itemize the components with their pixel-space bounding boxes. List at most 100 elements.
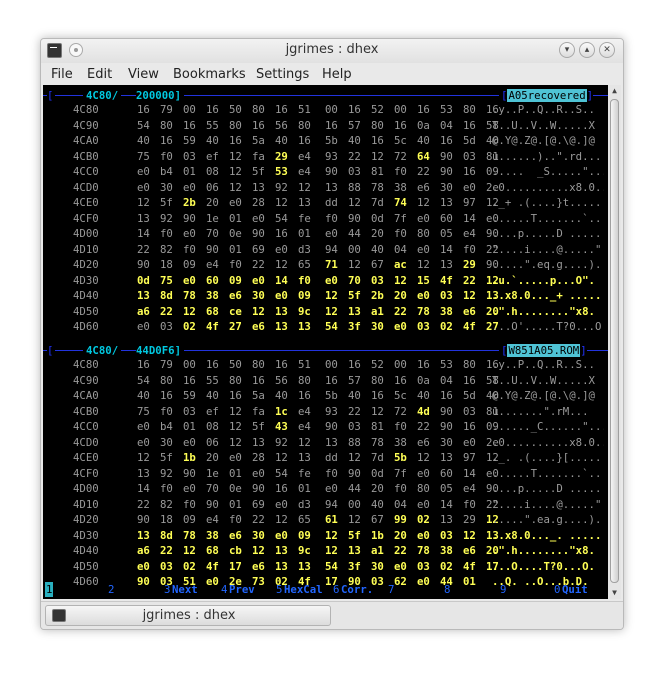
hex-byte[interactable]: 5d	[463, 134, 476, 148]
hex-byte[interactable]: e0	[137, 560, 150, 574]
hex-byte[interactable]: 30	[252, 289, 265, 303]
hex-byte[interactable]: 16	[252, 374, 265, 388]
hex-byte[interactable]: e6	[229, 529, 242, 543]
hex-byte[interactable]: ce	[229, 305, 242, 319]
hex-row[interactable]: 4CB0 75 f0 03 ef 12 fa 1c e4 93 22 12 72 4d 90 03 81 u...…	[43, 404, 608, 420]
hex-byte[interactable]: 61	[325, 513, 338, 527]
hex-byte[interactable]: 22	[394, 544, 407, 558]
hex-byte[interactable]: 50	[229, 358, 242, 372]
hex-byte[interactable]: 40	[275, 134, 288, 148]
hex-byte[interactable]: 80	[298, 119, 311, 133]
hex-byte[interactable]: 16	[137, 358, 150, 372]
hex-byte[interactable]: 90	[440, 405, 453, 419]
hex-byte[interactable]: 12	[417, 258, 430, 272]
hex-byte[interactable]: 78	[183, 289, 196, 303]
hex-byte[interactable]: 12	[137, 451, 150, 465]
menu-edit[interactable]: Edit	[87, 67, 112, 82]
hex-byte[interactable]: e0	[275, 243, 288, 257]
hex-byte[interactable]: 92	[275, 181, 288, 195]
hex-byte[interactable]: 79	[160, 103, 173, 117]
hex-byte[interactable]: 38	[440, 544, 453, 558]
hex-byte[interactable]: 99	[394, 513, 407, 527]
hex-byte[interactable]: 0d	[371, 467, 384, 481]
hex-byte[interactable]: 40	[206, 134, 219, 148]
hex-byte[interactable]: 03	[183, 405, 196, 419]
hex-byte[interactable]: 20	[206, 451, 219, 465]
hex-byte[interactable]: e0	[325, 274, 338, 288]
hex-byte[interactable]: 40	[417, 134, 430, 148]
hex-byte[interactable]: 12	[275, 451, 288, 465]
hex-byte[interactable]: 14	[137, 482, 150, 496]
ascii-column[interactable]: .".h........"x8.	[492, 544, 595, 558]
hex-byte[interactable]: 22	[348, 150, 361, 164]
hex-byte[interactable]: 90	[348, 467, 361, 481]
hex-byte[interactable]: 27	[229, 320, 242, 334]
hex-byte[interactable]: f0	[298, 274, 311, 288]
hex-byte[interactable]: 93	[325, 405, 338, 419]
hex-byte[interactable]: 40	[137, 389, 150, 403]
hex-byte[interactable]: 60	[440, 212, 453, 226]
hex-byte[interactable]: e0	[417, 243, 430, 257]
hex-byte[interactable]: 16	[206, 358, 219, 372]
hex-byte[interactable]: 7f	[394, 467, 407, 481]
hex-row[interactable]: 4CF0 13 92 90 1e 01 e0 54 fe f0 90 0d 7f e0 60 14 e0....…	[43, 466, 608, 482]
hex-byte[interactable]: 4f	[463, 320, 476, 334]
hex-byte[interactable]: 03	[371, 274, 384, 288]
hex-byte[interactable]: 5b	[394, 451, 407, 465]
hex-byte[interactable]: 4f	[463, 560, 476, 574]
hex-byte[interactable]: 90	[440, 165, 453, 179]
hex-byte[interactable]: f0	[394, 420, 407, 434]
hex-byte[interactable]: e0	[417, 212, 430, 226]
hex-byte[interactable]: e0	[252, 467, 265, 481]
hex-byte[interactable]: 5b	[325, 134, 338, 148]
hex-byte[interactable]: 22	[252, 513, 265, 527]
hex-byte[interactable]: 16	[229, 134, 242, 148]
ascii-column[interactable]: T..U..V..W.....X	[492, 119, 595, 133]
hex-byte[interactable]: 53	[275, 165, 288, 179]
hex-byte[interactable]: 12	[463, 529, 476, 543]
hex-byte[interactable]: e0	[463, 181, 476, 195]
hex-byte[interactable]: 1b	[371, 529, 384, 543]
hex-byte[interactable]: fe	[298, 467, 311, 481]
hex-byte[interactable]: 12	[371, 150, 384, 164]
hex-byte[interactable]: 29	[463, 513, 476, 527]
hex-byte[interactable]: f0	[394, 165, 407, 179]
hex-byte[interactable]: 65	[298, 513, 311, 527]
hex-byte[interactable]: 80	[252, 358, 265, 372]
hex-byte[interactable]: 04	[394, 498, 407, 512]
hex-byte[interactable]: 12	[325, 289, 338, 303]
hex-byte[interactable]: 14	[463, 467, 476, 481]
hex-byte[interactable]: 14	[463, 212, 476, 226]
hex-row[interactable]: 4D60 e0 03 02 4f 27 e6 13 13 54 3f 30 e0 03 02 4f 27 ...O…	[43, 319, 608, 335]
hex-byte[interactable]: e0	[417, 498, 430, 512]
hex-byte[interactable]: 54	[275, 212, 288, 226]
hex-byte[interactable]: d3	[298, 243, 311, 257]
hex-byte[interactable]: 0a	[417, 374, 430, 388]
hex-byte[interactable]: 43	[275, 420, 288, 434]
hex-byte[interactable]: 09	[183, 258, 196, 272]
hex-row[interactable]: 4CA0 40 16 59 40 16 5a 40 16 5b 40 16 5c 40 16 5d 40 @.Y@…	[43, 388, 608, 404]
hex-byte[interactable]: e6	[463, 305, 476, 319]
hex-row[interactable]: 4CE0 12 5f 2b 20 e0 28 12 13 dd 12 7d 74 12 13 97 12 ._+ …	[43, 195, 608, 211]
hex-byte[interactable]: 74	[394, 196, 407, 210]
hex-byte[interactable]: a1	[371, 305, 384, 319]
hex-byte[interactable]: 40	[348, 389, 361, 403]
hex-byte[interactable]: e4	[298, 420, 311, 434]
hex-byte[interactable]: 04	[440, 374, 453, 388]
hex-byte[interactable]: 80	[298, 374, 311, 388]
hex-byte[interactable]: 12	[348, 451, 361, 465]
hex-byte[interactable]: 90	[183, 212, 196, 226]
hex-byte[interactable]: 1e	[206, 212, 219, 226]
hex-byte[interactable]: 22	[160, 544, 173, 558]
hex-byte[interactable]: 12	[229, 150, 242, 164]
hex-byte[interactable]: f0	[229, 258, 242, 272]
hex-byte[interactable]: 13	[440, 258, 453, 272]
hex-byte[interactable]: e0	[183, 227, 196, 241]
hex-byte[interactable]: e0	[275, 498, 288, 512]
hex-byte[interactable]: e0	[229, 451, 242, 465]
hex-byte[interactable]: 30	[371, 320, 384, 334]
hex-byte[interactable]: 03	[417, 560, 430, 574]
hex-byte[interactable]: 30	[160, 181, 173, 195]
hex-byte[interactable]: 16	[298, 134, 311, 148]
hex-byte[interactable]: e4	[298, 405, 311, 419]
